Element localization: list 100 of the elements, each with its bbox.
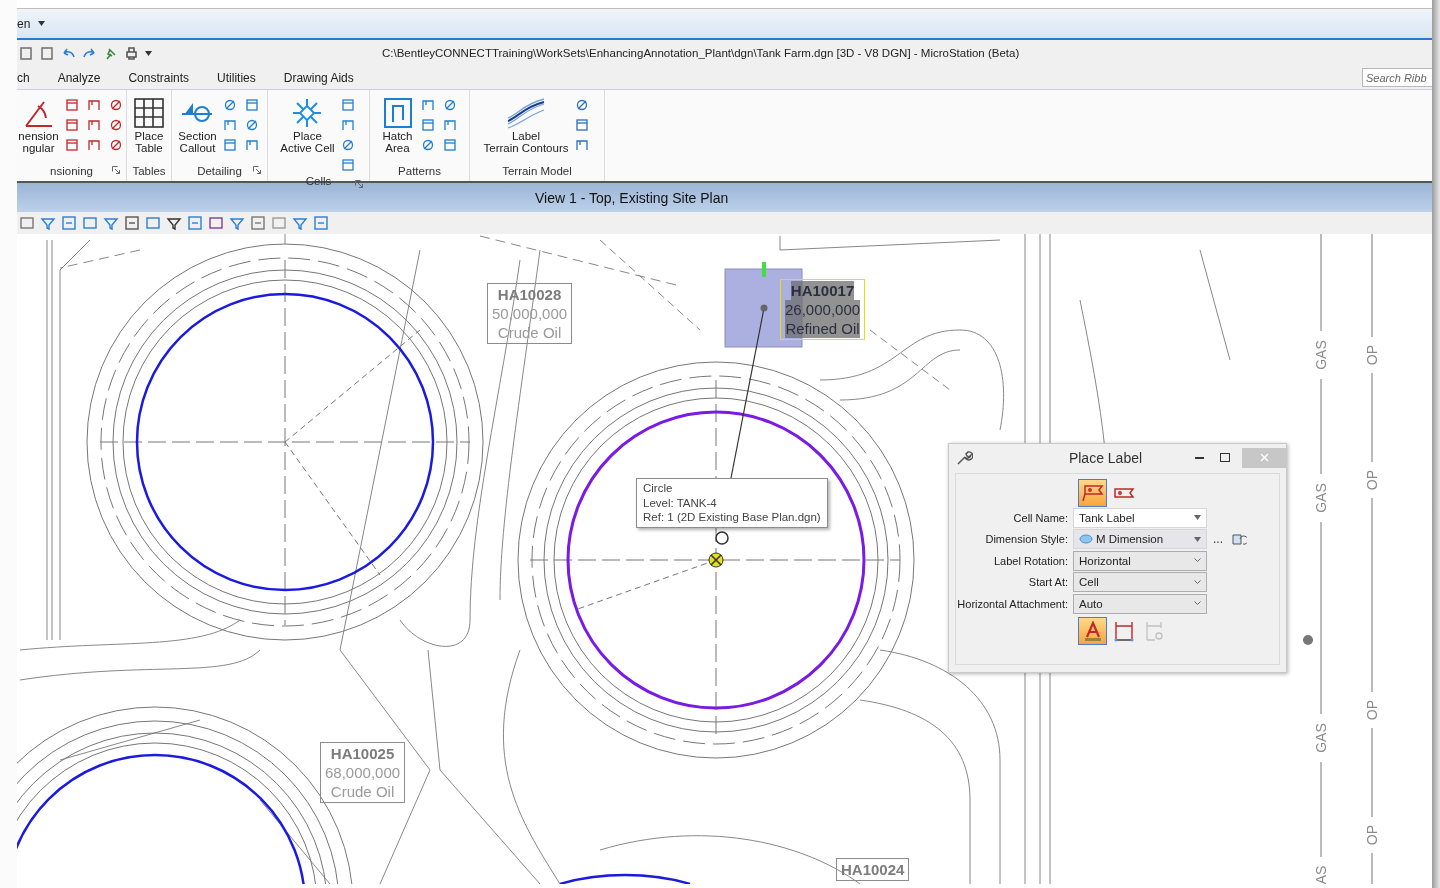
- pattern-tool-icon[interactable]: [420, 138, 435, 152]
- pattern-tool-icon[interactable]: [420, 118, 435, 132]
- dropdown-field[interactable]: Auto: [1073, 593, 1207, 614]
- cell-tool-icon[interactable]: [340, 138, 355, 152]
- dialog-launcher-icon[interactable]: [355, 180, 363, 188]
- terrain-contours-icon: [506, 96, 546, 130]
- gas-line-label: GAS: [1313, 340, 1329, 370]
- detail-tool-icon[interactable]: [244, 98, 259, 112]
- detail-tool-icon[interactable]: [244, 138, 259, 152]
- op-line-label: OP: [1364, 469, 1380, 491]
- label-text: HA10024: [841, 860, 905, 879]
- ribbon-tab[interactable]: Drawing Aids: [283, 70, 354, 85]
- dialog-launcher-icon[interactable]: [253, 166, 261, 174]
- search-field[interactable]: Search Ribb: [1362, 68, 1432, 87]
- pattern-tool-icon[interactable]: [442, 118, 457, 132]
- ribbon-group-label: Cells: [305, 175, 332, 187]
- terrain-tool-icon[interactable]: [574, 118, 589, 132]
- dimension-span-icon: [1112, 619, 1135, 642]
- ribbon-tool-button[interactable]: nension ngular: [18, 96, 59, 161]
- snap-cursor-icon: [708, 531, 729, 568]
- detail-tool-icon[interactable]: [222, 118, 237, 132]
- maximize-icon: [1220, 453, 1230, 462]
- dropdown-field[interactable]: M Dimension: [1073, 529, 1207, 550]
- ribbon-tab[interactable]: Analyze: [57, 70, 101, 85]
- window-title: C:\BentleyCONNECTTraining\WorkSets\EnhancingAnnotation_Plant\dgn\Tank Farm.dgn [3D - V8 DGN] - MicroStation (Beta): [382, 47, 1020, 59]
- dialog-launcher-icon[interactable]: [112, 166, 120, 174]
- terrain-tool-icon[interactable]: [574, 138, 589, 152]
- dimension-at-icon: [1143, 619, 1166, 642]
- dimension-tool-icon[interactable]: [86, 118, 101, 132]
- label-text: HA10028: [497, 285, 562, 304]
- field-label: Cell Name:: [1012, 511, 1069, 524]
- chevron-icon: [1194, 558, 1201, 564]
- menu-label[interactable]: en: [17, 16, 31, 31]
- chevron-icon: [1194, 601, 1201, 607]
- file-icon[interactable]: [19, 45, 34, 61]
- label-text: HA10017: [790, 281, 855, 300]
- view-title: View 1 - Top, Existing Site Plan: [535, 189, 729, 206]
- cell-tool-icon[interactable]: [340, 118, 355, 132]
- caret-icon: [145, 50, 152, 56]
- ribbon-tool-button[interactable]: Place Table: [132, 96, 166, 161]
- dimension-tool-icon[interactable]: [86, 138, 101, 152]
- ribbon-tab[interactable]: Constraints: [128, 70, 190, 85]
- tooltip-text: Ref: 1 (2D Existing Base Plan.dgn): [643, 510, 821, 525]
- style-manager-icon[interactable]: [1231, 531, 1247, 548]
- pattern-tool-icon[interactable]: [442, 138, 457, 152]
- view-tool-icon[interactable]: [166, 215, 182, 231]
- table-icon: [132, 96, 166, 130]
- dropdown-field[interactable]: Cell: [1073, 572, 1207, 593]
- dimension-tool-icon[interactable]: [86, 98, 101, 112]
- tooltip-text: Level: TANK-4: [643, 495, 718, 510]
- field-label: Label Rotation:: [993, 554, 1069, 567]
- dimension-tool-icon[interactable]: [64, 98, 79, 112]
- leader-label-icon: [1081, 483, 1104, 503]
- ribbon-group-label: nsioning: [50, 165, 93, 177]
- ribbon-tool-button[interactable]: Hatch Area: [380, 96, 415, 161]
- dimension-tool-icon[interactable]: [64, 118, 79, 132]
- label-text: HA10025: [330, 744, 395, 763]
- tooltip-text: Circle: [643, 481, 674, 496]
- minimize-icon: [1194, 456, 1204, 459]
- op-line-label: OP: [1364, 824, 1380, 846]
- ribbon-tab[interactable]: ch: [17, 70, 30, 85]
- handle-marker: [762, 262, 766, 277]
- ribbon-group-label: Terrain Model: [502, 165, 572, 177]
- gas-line-label: GAS: [1313, 723, 1329, 753]
- gas-line-label: GAS: [1313, 483, 1329, 513]
- caret-icon: [1194, 536, 1201, 542]
- ribbon-tab[interactable]: Utilities: [217, 70, 256, 85]
- detail-tool-icon[interactable]: [244, 118, 259, 132]
- field-label: Dimension Style:: [984, 533, 1069, 546]
- dimension-tool-icon[interactable]: [108, 118, 123, 132]
- detail-tool-icon[interactable]: [222, 138, 237, 152]
- ribbon-tool-button[interactable]: Place Active Cell: [280, 96, 335, 175]
- dimension-tool-icon[interactable]: [64, 138, 79, 152]
- dropdown-field[interactable]: Horizontal: [1073, 550, 1207, 571]
- pattern-tool-icon[interactable]: [442, 98, 457, 112]
- detail-tool-icon[interactable]: [222, 98, 237, 112]
- cell-tool-icon[interactable]: [340, 158, 355, 172]
- dropdown-field[interactable]: Tank Label: [1073, 507, 1207, 528]
- browse-link[interactable]: ...: [1213, 532, 1223, 547]
- label-mode-button[interactable]: [1078, 479, 1107, 507]
- ribbon-tool-button[interactable]: Section Callout: [178, 96, 217, 161]
- print-icon[interactable]: [124, 45, 139, 61]
- terrain-tool-icon[interactable]: [574, 98, 589, 112]
- op-line-label: OP: [1364, 344, 1380, 366]
- attachment-button[interactable]: [1078, 616, 1107, 645]
- pin-icon[interactable]: [103, 45, 118, 61]
- label-text: 26,000,000: [785, 300, 861, 319]
- label-text: 68,000,000: [325, 763, 401, 782]
- dimension-tool-icon[interactable]: [108, 98, 123, 112]
- pattern-tool-icon[interactable]: [420, 98, 435, 112]
- gas-line-label: AS: [1313, 865, 1329, 884]
- label-text: Crude Oil: [330, 782, 395, 801]
- dimension-tool-icon[interactable]: [108, 138, 123, 152]
- ribbon-tool-button[interactable]: Label Terrain Contours: [483, 96, 569, 161]
- close-icon: [1259, 453, 1269, 462]
- cell-tool-icon[interactable]: [340, 98, 355, 112]
- point-marker: [1303, 635, 1313, 645]
- ribbon-group-label: Tables: [132, 165, 166, 177]
- ribbon-group-label: Detailing: [197, 165, 242, 177]
- caret-icon: [1194, 515, 1201, 521]
